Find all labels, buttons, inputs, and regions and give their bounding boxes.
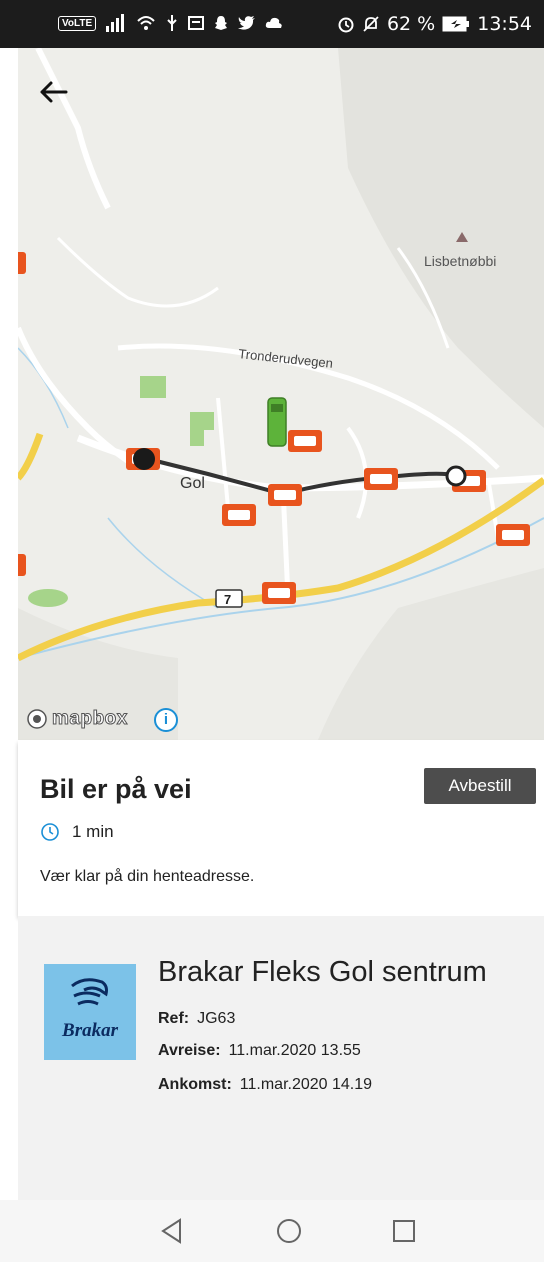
place-label: Lisbetnøbbi — [424, 253, 496, 269]
booking-status-card: Bil er på vei Avbestill 1 min Vær klar p… — [18, 740, 544, 916]
bus-stop-icon[interactable] — [288, 430, 322, 452]
bus-stop-icon[interactable] — [364, 468, 398, 490]
trip-ref: Ref: JG63 — [158, 1010, 235, 1028]
bus-stop-icon[interactable] — [496, 524, 530, 546]
ref-value: JG63 — [197, 1010, 236, 1027]
booking-status-title: Bil er på vei — [40, 774, 192, 804]
ref-label: Ref: — [158, 1010, 190, 1027]
system-navigation-bar — [0, 1200, 544, 1262]
bus-stop-icon[interactable] — [18, 554, 26, 576]
mapbox-label: mapbox — [52, 708, 128, 730]
bus-stop-icon[interactable] — [268, 484, 302, 506]
message-icon — [188, 16, 205, 30]
trip-arrival: Ankomst: 11.mar.2020 14.19 — [158, 1076, 372, 1094]
map[interactable]: Lisbetnøbbi Tronderudvegen Gol 7 — [18, 48, 544, 740]
pickup-message: Vær klar på din henteadresse. — [40, 868, 255, 885]
arrival-label: Ankomst: — [158, 1076, 232, 1093]
twitter-icon — [238, 16, 256, 30]
status-time: 13:54 — [477, 13, 532, 35]
status-icons-right: 62 % 13:54 — [337, 13, 532, 35]
map-canvas[interactable]: Lisbetnøbbi Tronderudvegen Gol 7 — [18, 48, 544, 740]
trip-departure: Avreise: 11.mar.2020 13.55 — [158, 1042, 361, 1060]
map-info-button[interactable]: i — [154, 708, 178, 732]
usb-icon — [167, 15, 177, 31]
pickup-marker[interactable] — [133, 448, 155, 470]
battery-percent: 62 % — [386, 13, 436, 35]
arrow-left-icon — [40, 81, 68, 103]
clock-icon — [41, 823, 59, 841]
signal-icon — [106, 14, 125, 32]
departure-value: 11.mar.2020 13.55 — [228, 1042, 361, 1059]
mapbox-attribution[interactable]: mapbox — [26, 708, 128, 730]
vehicle-icon[interactable] — [267, 397, 287, 447]
wifi-icon — [137, 16, 155, 30]
status-bar: VoLTE 62 % 13:54 — [0, 0, 544, 48]
route-number: 7 — [224, 592, 231, 607]
back-button[interactable] — [36, 74, 72, 110]
town-label: Gol — [180, 475, 205, 492]
eta-value: 1 min — [72, 822, 114, 841]
cloud-icon — [265, 17, 282, 28]
dropoff-marker[interactable] — [445, 465, 467, 487]
mapbox-icon — [27, 709, 47, 729]
alarm-icon — [338, 17, 354, 33]
status-icons-left: VoLTE — [58, 14, 283, 32]
back-nav-icon[interactable] — [160, 1218, 184, 1244]
bus-stop-icon[interactable] — [262, 582, 296, 604]
departure-label: Avreise: — [158, 1042, 221, 1059]
home-nav-icon[interactable] — [276, 1218, 302, 1244]
volte-icon: VoLTE — [58, 15, 97, 31]
trip-details: Brakar Brakar Fleks Gol sentrum Ref: JG63… — [18, 916, 544, 1200]
eta-row: 1 min — [40, 822, 114, 842]
recents-nav-icon[interactable] — [392, 1219, 416, 1243]
bus-stop-icon[interactable] — [18, 252, 26, 274]
mute-icon — [363, 16, 379, 32]
brakar-logo: Brakar — [44, 964, 136, 1060]
arrival-value: 11.mar.2020 14.19 — [239, 1076, 373, 1093]
brakar-logo-text: Brakar — [62, 1020, 118, 1041]
snapchat-icon — [215, 16, 228, 30]
cancel-button[interactable]: Avbestill — [424, 768, 536, 804]
battery-icon — [442, 16, 470, 32]
bus-stop-icon[interactable] — [222, 504, 256, 526]
horse-logo-icon — [71, 978, 108, 1006]
trip-name: Brakar Fleks Gol sentrum — [158, 956, 487, 988]
